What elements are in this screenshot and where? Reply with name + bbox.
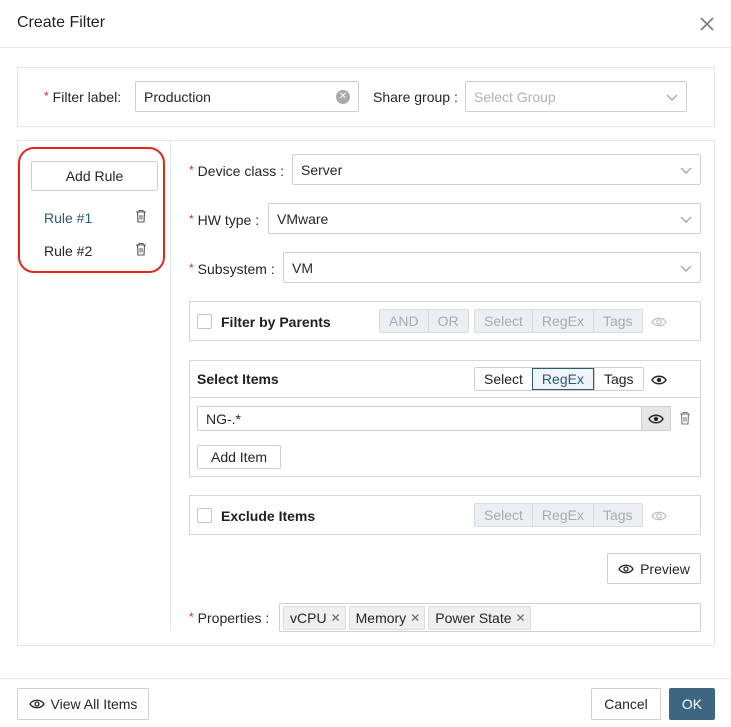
select-items-mode-toggle[interactable]: Select RegEx Tags — [474, 367, 644, 391]
eye-icon — [28, 699, 45, 709]
subsystem-label: * Subsystem : — [189, 261, 275, 277]
property-tag: Power State ✕ — [428, 605, 531, 630]
hw-type-select[interactable]: VMware — [268, 203, 701, 234]
remove-tag-icon[interactable]: ✕ — [516, 611, 526, 625]
trash-icon[interactable] — [135, 209, 147, 223]
properties-select[interactable]: vCPU ✕ Memory ✕ Power State ✕ — [279, 603, 701, 632]
eye-icon — [648, 414, 664, 423]
regex-mode-option: RegEx — [531, 310, 593, 332]
exclude-items-title: Exclude Items — [221, 508, 316, 524]
eye-icon — [651, 317, 667, 327]
cancel-button[interactable]: Cancel — [591, 688, 661, 720]
remove-tag-icon[interactable]: ✕ — [331, 611, 341, 625]
add-item-button[interactable]: Add Item — [197, 445, 281, 469]
device-class-select[interactable]: Server — [292, 154, 701, 185]
filter-label-label: * Filter label: — [44, 89, 122, 105]
tags-mode-option: Tags — [592, 310, 642, 332]
regex-item-input[interactable]: NG-.* — [197, 406, 642, 431]
select-mode-option: Select — [484, 507, 523, 523]
required-mark: * — [44, 89, 49, 103]
dialog-title: Create Filter — [17, 14, 106, 31]
filter-label-input[interactable]: Production ✕ — [135, 81, 359, 112]
select-mode-option[interactable]: Select — [475, 368, 532, 390]
regex-mode-option[interactable]: RegEx — [531, 368, 594, 390]
filter-by-parents-checkbox[interactable] — [197, 314, 212, 329]
hw-type-label: * HW type : — [189, 212, 260, 228]
chevron-down-icon — [680, 265, 692, 272]
add-rule-button[interactable]: Add Rule — [31, 161, 158, 191]
rule-item-1[interactable]: Rule #1 — [44, 210, 92, 226]
ok-button[interactable]: OK — [669, 688, 715, 720]
eye-icon — [651, 511, 667, 521]
eye-icon — [618, 564, 634, 573]
trash-icon[interactable] — [135, 242, 147, 256]
remove-tag-icon[interactable]: ✕ — [410, 611, 420, 625]
chevron-down-icon — [680, 167, 692, 174]
parents-mode-toggle: Select RegEx Tags — [474, 309, 643, 333]
exclude-items-checkbox[interactable] — [197, 508, 212, 523]
tags-mode-option[interactable]: Tags — [593, 368, 643, 390]
property-tag: vCPU ✕ — [283, 605, 346, 630]
subsystem-select[interactable]: VM — [283, 252, 701, 283]
chevron-down-icon — [666, 94, 678, 101]
view-all-items-button[interactable]: View All Items — [17, 688, 149, 720]
property-tag: Memory ✕ — [348, 605, 426, 630]
tags-mode-option: Tags — [592, 504, 642, 526]
rules-divider — [170, 141, 171, 631]
share-group-label: Share group : — [373, 89, 458, 105]
filter-by-parents-title: Filter by Parents — [221, 314, 331, 330]
and-option: AND — [389, 313, 419, 329]
clear-icon[interactable]: ✕ — [336, 90, 350, 104]
chevron-down-icon — [680, 216, 692, 223]
preview-button[interactable]: Preview — [607, 553, 701, 584]
select-mode-option: Select — [484, 313, 523, 329]
rule-item-2[interactable]: Rule #2 — [44, 243, 92, 259]
device-class-label: * Device class : — [189, 163, 285, 179]
regex-mode-option: RegEx — [531, 504, 593, 526]
header-divider — [0, 47, 731, 48]
regex-item-preview-button[interactable] — [642, 406, 671, 431]
or-option: OR — [427, 310, 468, 332]
exclude-mode-toggle: Select RegEx Tags — [474, 503, 643, 527]
share-group-select[interactable]: Select Group — [465, 81, 687, 112]
parents-logic-toggle: AND OR — [379, 309, 469, 333]
trash-icon[interactable] — [679, 411, 691, 425]
select-items-title: Select Items — [197, 371, 279, 387]
eye-icon[interactable] — [651, 374, 667, 386]
properties-label: * Properties : — [189, 610, 270, 626]
close-icon[interactable] — [697, 14, 717, 34]
footer-divider — [0, 678, 731, 679]
